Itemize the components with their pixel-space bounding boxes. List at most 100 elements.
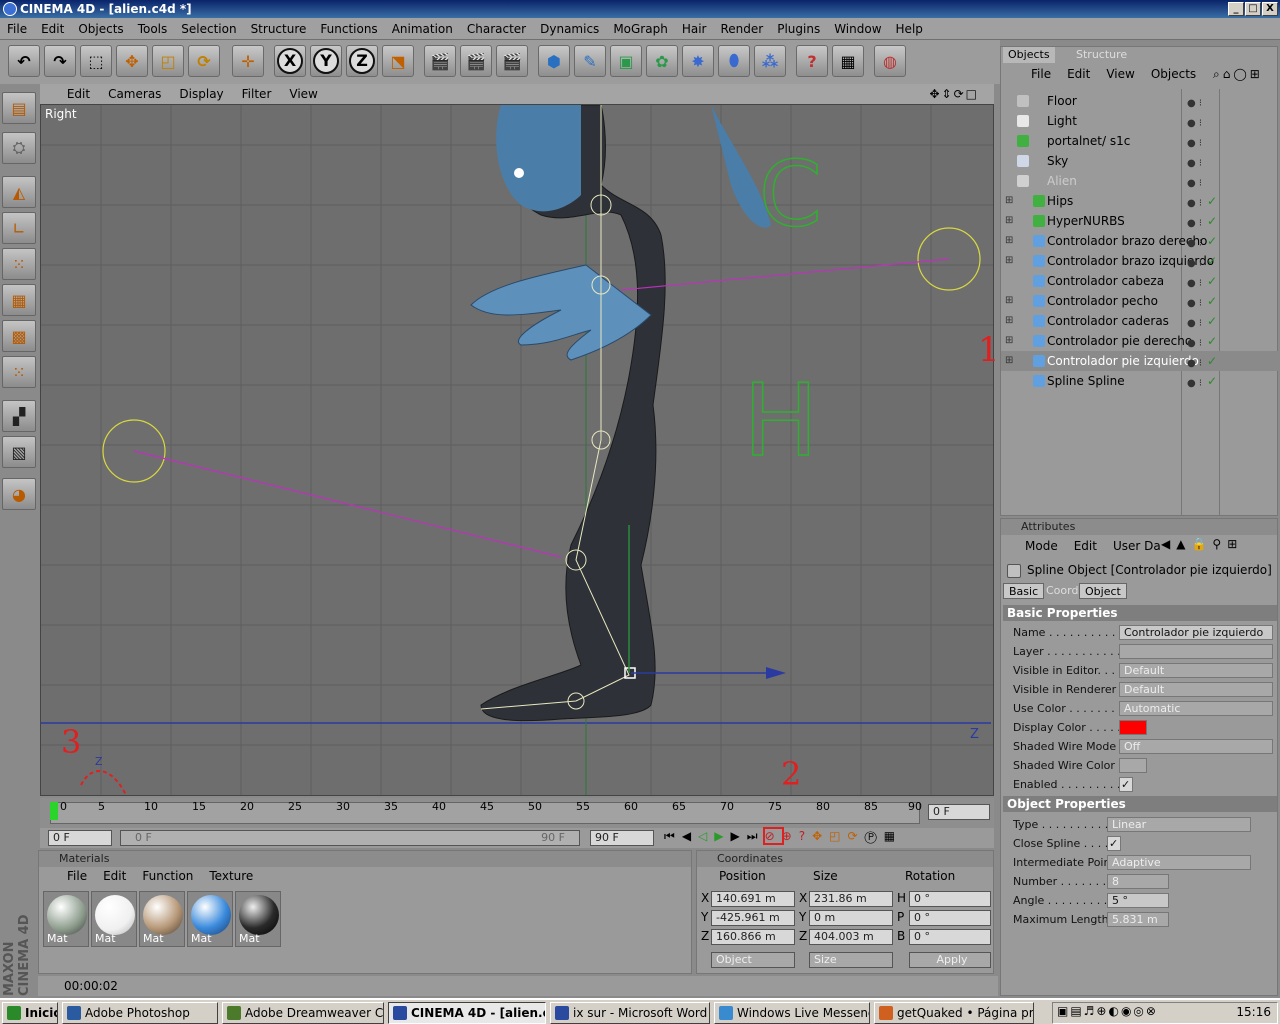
- next-frame-icon[interactable]: ▶: [731, 829, 747, 843]
- model-mode-icon[interactable]: ◭: [2, 176, 36, 208]
- obj-menu-view[interactable]: View: [1098, 65, 1142, 83]
- taskbar-button[interactable]: Windows Live Messenger: [714, 1002, 870, 1024]
- material-item[interactable]: Mat: [187, 891, 233, 947]
- obj-menu-file[interactable]: File: [1023, 65, 1059, 83]
- play-backward-icon[interactable]: ◁: [698, 829, 714, 843]
- size-z-field[interactable]: 404.003 m: [809, 929, 893, 945]
- scale-icon[interactable]: ◰: [152, 45, 184, 77]
- attr-menu-mode[interactable]: Mode: [1017, 537, 1066, 555]
- x-axis-lock-icon[interactable]: X: [274, 45, 306, 77]
- coord-size-mode-select[interactable]: Size: [809, 952, 893, 968]
- preview-range-slider[interactable]: 0 F 90 F: [120, 830, 580, 846]
- material-item[interactable]: Mat: [43, 891, 89, 947]
- menu-dynamics[interactable]: Dynamics: [533, 18, 606, 40]
- vp-menu-display[interactable]: Display: [170, 84, 232, 104]
- material-item[interactable]: Mat: [91, 891, 137, 947]
- attr-nav-icons[interactable]: ◀▲🔒⚲⊞: [1161, 537, 1243, 551]
- object-row[interactable]: ⊞ Hips ● ⁝ ✓: [1001, 191, 1278, 211]
- close-button[interactable]: X: [1262, 2, 1278, 16]
- size-x-field[interactable]: 231.86 m: [809, 891, 893, 907]
- vp-menu-view[interactable]: View: [280, 84, 326, 104]
- goto-end-icon[interactable]: ⏭: [747, 829, 765, 843]
- vp-menu-filter[interactable]: Filter: [233, 84, 281, 104]
- object-row[interactable]: Spline Spline ● ⁝ ✓: [1001, 371, 1278, 391]
- menu-objects[interactable]: Objects: [71, 18, 130, 40]
- attribute-value[interactable]: [1119, 644, 1273, 659]
- attribute-value[interactable]: Off: [1119, 739, 1273, 754]
- rotation-p-field[interactable]: 0 °: [909, 910, 991, 926]
- object-row[interactable]: ⊞ HyperNURBS ● ⁝ ✓: [1001, 211, 1278, 231]
- attribute-value[interactable]: 5 °: [1107, 893, 1169, 908]
- render-settings-icon[interactable]: 🎬: [496, 45, 528, 77]
- attr-menu-edit[interactable]: Edit: [1066, 537, 1105, 555]
- start-frame-field[interactable]: 0 F: [48, 830, 112, 846]
- menu-tools[interactable]: Tools: [131, 18, 175, 40]
- mat-menu-function[interactable]: Function: [134, 867, 201, 885]
- mat-menu-file[interactable]: File: [59, 867, 95, 885]
- mat-menu-texture[interactable]: Texture: [201, 867, 261, 885]
- playback-controls[interactable]: ⏮◀◁▶▶⏭⊘⊕?✥◰⟳Ⓟ▦: [664, 827, 994, 847]
- rotate-icon[interactable]: ⟳: [188, 45, 220, 77]
- menu-help[interactable]: Help: [889, 18, 930, 40]
- move-icon[interactable]: ✥: [116, 45, 148, 77]
- enabled-check-icon[interactable]: ✓: [1207, 251, 1217, 271]
- object-row[interactable]: ⊞ Controlador caderas ● ⁝ ✓: [1001, 311, 1278, 331]
- taskbar-button[interactable]: Adobe Photoshop: [62, 1002, 218, 1024]
- tray-icons[interactable]: ▣▤♬⊕◐◉◎⊗: [1057, 1004, 1158, 1018]
- y-axis-lock-icon[interactable]: Y: [310, 45, 342, 77]
- attribute-value[interactable]: ✓: [1107, 836, 1121, 851]
- obj-menu-objects[interactable]: Objects: [1143, 65, 1204, 83]
- uv-mode-icon[interactable]: ⁙: [2, 356, 36, 388]
- attribute-value[interactable]: Adaptive: [1107, 855, 1251, 870]
- attribute-value[interactable]: Default: [1119, 663, 1273, 678]
- object-row[interactable]: ⊞ Controlador pie derecho ● ⁝ ✓: [1001, 331, 1278, 351]
- tab-objects[interactable]: Objects: [1003, 47, 1055, 63]
- undo-icon[interactable]: ↶: [8, 45, 40, 77]
- enabled-check-icon[interactable]: ✓: [1207, 371, 1217, 391]
- vp-menu-cameras[interactable]: Cameras: [99, 84, 170, 104]
- coordinate-system-icon[interactable]: ⬔: [382, 45, 414, 77]
- render-picture-viewer-icon[interactable]: 🎬: [460, 45, 492, 77]
- polygons-mode-icon[interactable]: ▩: [2, 320, 36, 352]
- enabled-check-icon[interactable]: ✓: [1207, 271, 1217, 291]
- material-item[interactable]: Mat: [139, 891, 185, 947]
- menu-render[interactable]: Render: [713, 18, 770, 40]
- live-selection-icon[interactable]: ⬚: [80, 45, 112, 77]
- expand-icon[interactable]: ⊞: [1005, 211, 1013, 231]
- apply-button[interactable]: Apply: [909, 952, 991, 968]
- current-frame-field[interactable]: 0 F: [928, 804, 990, 820]
- attribute-value[interactable]: Default: [1119, 682, 1273, 697]
- object-row[interactable]: ⊞ Controlador brazo izquierdo ● ⁝ ✓: [1001, 251, 1278, 271]
- attr-tab-basic[interactable]: Basic: [1003, 583, 1045, 599]
- param-key-icon[interactable]: Ⓟ: [865, 829, 884, 843]
- vp-menu-edit[interactable]: Edit: [58, 84, 99, 104]
- object-row[interactable]: ⊞ Controlador brazo derecho ● ⁝ ✓: [1001, 231, 1278, 251]
- attribute-value[interactable]: Linear: [1107, 817, 1251, 832]
- obj-menu-edit[interactable]: Edit: [1059, 65, 1098, 83]
- array-icon[interactable]: ✿: [646, 45, 678, 77]
- menu-structure[interactable]: Structure: [244, 18, 314, 40]
- menu-edit[interactable]: Edit: [34, 18, 71, 40]
- environment-icon[interactable]: ⁂: [754, 45, 786, 77]
- attr-tab-object[interactable]: Object: [1079, 583, 1127, 599]
- transform-icon[interactable]: ✛: [232, 45, 264, 77]
- object-row[interactable]: portalnet/ s1c ● ⁝: [1001, 131, 1278, 151]
- enabled-check-icon[interactable]: ✓: [1207, 291, 1217, 311]
- prev-frame-icon[interactable]: ◀: [682, 829, 698, 843]
- points-mode-icon[interactable]: ⁙: [2, 248, 36, 280]
- material-item[interactable]: Mat: [235, 891, 281, 947]
- z-axis-lock-icon[interactable]: Z: [346, 45, 378, 77]
- tab-structure[interactable]: Structure: [1071, 47, 1132, 63]
- object-row[interactable]: Sky ● ⁝: [1001, 151, 1278, 171]
- cube-primitive-icon[interactable]: ⬢: [538, 45, 570, 77]
- goto-start-icon[interactable]: ⏮: [664, 829, 682, 843]
- position-z-field[interactable]: 160.866 m: [711, 929, 795, 945]
- position-key-icon[interactable]: ✥: [812, 829, 829, 843]
- expand-icon[interactable]: ⊞: [1005, 331, 1013, 351]
- menu-functions[interactable]: Functions: [313, 18, 384, 40]
- layout-icon[interactable]: ▤: [2, 92, 36, 124]
- object-row[interactable]: Alien ● ⁝: [1001, 171, 1278, 191]
- render-view-icon[interactable]: 🎬: [424, 45, 456, 77]
- workplane-icon[interactable]: ▧: [2, 436, 36, 468]
- attribute-value[interactable]: [1119, 758, 1147, 773]
